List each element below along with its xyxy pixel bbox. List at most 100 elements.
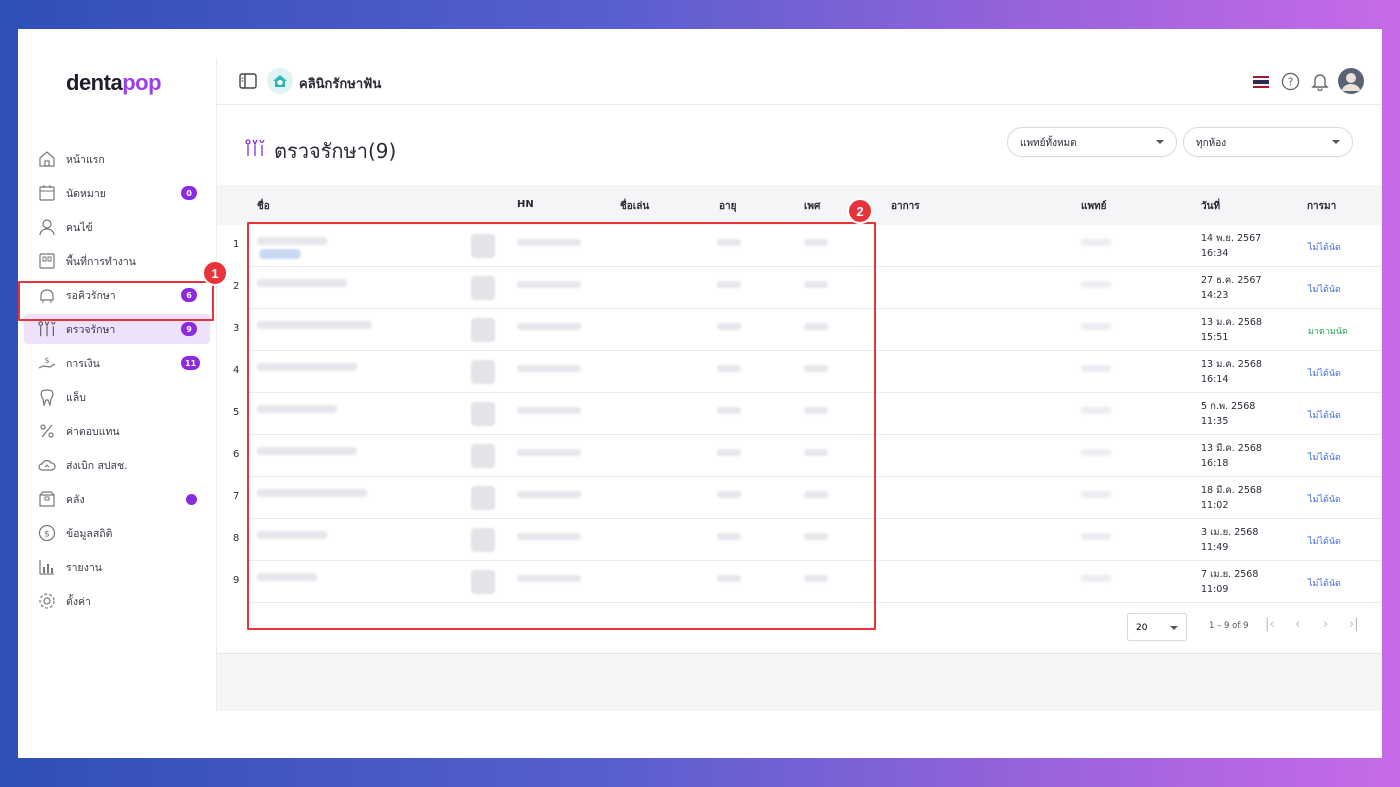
first-page-icon[interactable]: |‹: [1265, 617, 1275, 632]
cloud-icon: [38, 456, 56, 474]
callout-badge-2: 2: [847, 198, 873, 224]
svg-text:?: ?: [1288, 76, 1294, 88]
sidebar-item-3[interactable]: พื้นที่การทำงาน: [18, 244, 217, 278]
visit-time: 16:34: [1201, 248, 1229, 259]
box-icon: [38, 490, 56, 508]
col-doctor[interactable]: แพทย์: [1081, 199, 1107, 214]
dental-tools-icon: [38, 320, 56, 338]
sidebar-item-label: แล็บ: [66, 391, 86, 404]
visit-date: 5 ก.พ. 2568: [1201, 401, 1256, 412]
sidebar-item-label: ตรวจรักษา: [66, 323, 116, 336]
sidebar-item-12[interactable]: รายงาน: [18, 550, 217, 584]
sidebar-item-9[interactable]: ส่งเบิก สปสช.: [18, 448, 217, 482]
chevron-down-icon: [1170, 626, 1178, 630]
sidebar-item-11[interactable]: $ ข้อมูลสถิติ: [18, 516, 217, 550]
clinic-name[interactable]: คลินิกรักษาฟัน: [299, 73, 381, 94]
room-filter-select[interactable]: ทุกห้อง: [1183, 127, 1353, 157]
bell-icon[interactable]: [1311, 72, 1329, 91]
visit-time: 11:02: [1201, 500, 1229, 511]
redacted-doctor: [1081, 533, 1111, 540]
redacted-doctor: [1081, 407, 1111, 414]
sidebar-item-label: ข้อมูลสถิติ: [66, 527, 113, 540]
clinic-home-icon: [267, 68, 293, 94]
visit-date: 13 ม.ค. 2568: [1201, 359, 1262, 370]
sidebar-item-8[interactable]: ค่าตอบแทน: [18, 414, 217, 448]
help-icon[interactable]: ?: [1281, 72, 1300, 91]
col-age[interactable]: อายุ: [719, 199, 736, 214]
sidebar-item-label: ตั้งค่า: [66, 595, 91, 608]
col-nickname[interactable]: ชื่อเล่น: [620, 199, 649, 214]
row-number: 2: [233, 281, 240, 292]
sidebar-item-7[interactable]: แล็บ: [18, 380, 217, 414]
redacted-doctor: [1081, 281, 1111, 288]
sidebar-item-label: คลัง: [66, 493, 85, 506]
dental-tools-icon: [245, 139, 265, 156]
table-header: ชื่อ HN ชื่อเล่น อายุ เพศ อาการ แพทย์ วั…: [217, 185, 1382, 225]
person-icon: [38, 218, 56, 236]
visit-time: 15:51: [1201, 332, 1229, 343]
col-hn[interactable]: HN: [517, 199, 534, 210]
sidebar-item-1[interactable]: นัดหมาย 0: [18, 176, 217, 210]
visit-time: 14:23: [1201, 290, 1229, 301]
col-arrival[interactable]: การมา: [1307, 199, 1336, 214]
row-number: 1: [233, 239, 240, 250]
col-sex[interactable]: เพศ: [804, 199, 820, 214]
doctor-filter-select[interactable]: แพทย์ทั้งหมด: [1007, 127, 1177, 157]
prev-page-icon[interactable]: ‹: [1295, 617, 1300, 632]
sidebar-toggle-icon[interactable]: [239, 73, 257, 89]
visit-date: 18 มี.ค. 2568: [1201, 485, 1262, 496]
row-number: 9: [233, 575, 240, 586]
sidebar-item-label: ส่งเบิก สปสช.: [66, 459, 128, 472]
sidebar-item-6[interactable]: $ การเงิน 11: [18, 346, 217, 380]
pager-range: 1 – 9 of 9: [1209, 621, 1249, 631]
callout-badge-1: 1: [202, 260, 228, 286]
highlight-box-sidebar: [18, 281, 214, 321]
thai-flag-icon[interactable]: [1253, 76, 1269, 88]
count-badge: 11: [181, 356, 201, 370]
arrival-status: ไม่ได้นัด: [1308, 243, 1341, 253]
tooth-icon: [38, 388, 56, 406]
workspace-icon: [38, 252, 56, 270]
visit-date: 13 ม.ค. 2568: [1201, 317, 1262, 328]
sidebar-item-2[interactable]: คนไข้: [18, 210, 217, 244]
visit-date: 13 มี.ค. 2568: [1201, 443, 1262, 454]
page-title: ตรวจรักษา(9): [274, 139, 397, 163]
next-page-icon[interactable]: ›: [1323, 617, 1328, 632]
row-number: 7: [233, 491, 240, 502]
sidebar-item-13[interactable]: ตั้งค่า: [18, 584, 217, 618]
arrival-status: ไม่ได้นัด: [1308, 495, 1341, 505]
arrival-status: ไม่ได้นัด: [1308, 285, 1341, 295]
chevron-down-icon: [1156, 140, 1164, 144]
visit-date: 14 พ.ย. 2567: [1201, 233, 1262, 244]
sidebar-item-0[interactable]: หน้าแรก: [18, 142, 217, 176]
dentapop-logo[interactable]: dentapop: [66, 70, 162, 96]
sidebar-item-label: รายงาน: [66, 561, 102, 574]
visit-date: 7 เม.ย. 2568: [1201, 569, 1259, 580]
count-badge: 9: [181, 322, 197, 336]
arrival-status: ไม่ได้นัด: [1308, 369, 1341, 379]
sidebar-item-label: คนไข้: [66, 221, 93, 234]
sidebar-item-label: หน้าแรก: [66, 153, 105, 166]
sidebar: dentapop หน้าแรกนัดหมาย 0 คนไข้พื้นที่การท…: [18, 58, 217, 711]
sidebar-item-label: นัดหมาย: [66, 187, 106, 200]
col-date[interactable]: วันที่: [1201, 199, 1220, 214]
user-avatar[interactable]: [1338, 68, 1364, 94]
visit-time: 16:14: [1201, 374, 1229, 385]
stats-icon: $: [38, 524, 56, 542]
last-page-icon[interactable]: ›|: [1349, 617, 1359, 632]
sidebar-item-10[interactable]: คลัง: [18, 482, 217, 516]
page-size-select[interactable]: 20: [1127, 613, 1187, 641]
col-symptom[interactable]: อาการ: [891, 199, 920, 214]
redacted-doctor: [1081, 491, 1111, 498]
sidebar-item-label: การเงิน: [66, 357, 100, 370]
footer-area: [217, 653, 1382, 711]
visit-time: 11:35: [1201, 416, 1229, 427]
row-number: 8: [233, 533, 240, 544]
percent-icon: [38, 422, 56, 440]
row-number: 4: [233, 365, 240, 376]
col-name[interactable]: ชื่อ: [257, 199, 270, 214]
notification-dot: [186, 493, 197, 505]
redacted-doctor: [1081, 365, 1111, 372]
visit-time: 11:49: [1201, 542, 1229, 553]
row-number: 6: [233, 449, 240, 460]
